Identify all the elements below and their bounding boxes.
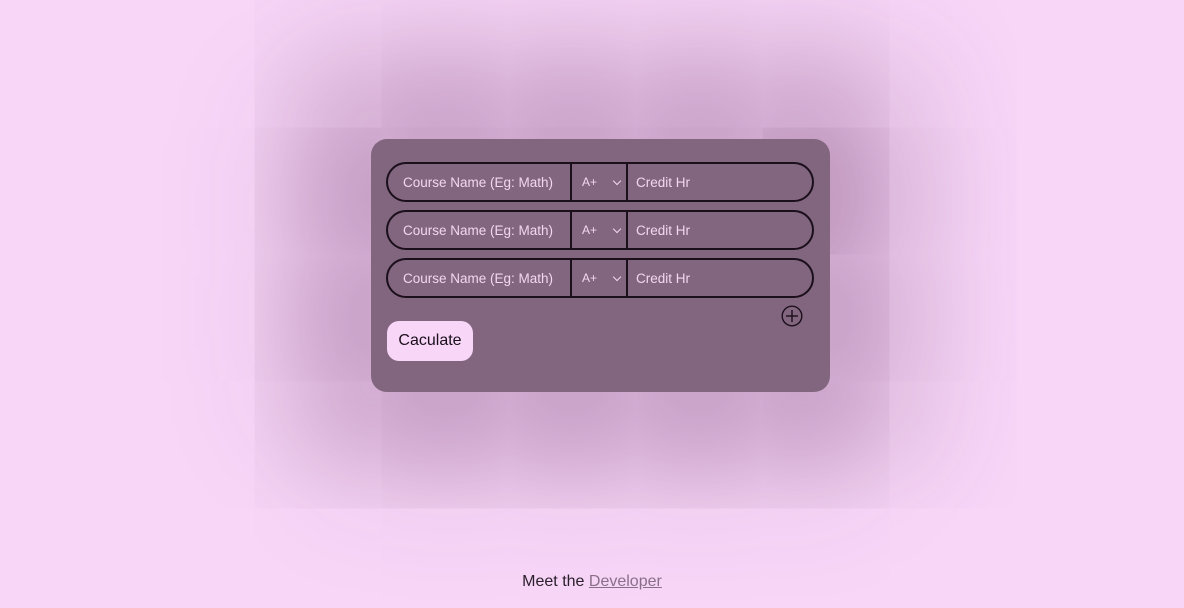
gpa-calculator-card: Course Name (Eg: Math) A+ Credit Hr Cour… xyxy=(371,139,830,392)
course-row: Course Name (Eg: Math) A+ Credit Hr xyxy=(386,210,814,250)
plus-circle-icon xyxy=(781,305,803,327)
course-name-input[interactable]: Course Name (Eg: Math) xyxy=(388,164,572,200)
grade-select[interactable]: A+ xyxy=(572,260,628,296)
credit-hour-input[interactable]: Credit Hr xyxy=(628,260,812,296)
credit-hour-input[interactable]: Credit Hr xyxy=(628,164,812,200)
grade-value: A+ xyxy=(582,175,598,189)
grade-select[interactable]: A+ xyxy=(572,212,628,248)
course-name-input[interactable]: Course Name (Eg: Math) xyxy=(388,212,572,248)
grade-value: A+ xyxy=(582,271,598,285)
calculate-button[interactable]: Caculate xyxy=(387,321,473,361)
footer: Meet the Developer xyxy=(0,573,1184,591)
course-row: Course Name (Eg: Math) A+ Credit Hr xyxy=(386,162,814,202)
credit-hour-input[interactable]: Credit Hr xyxy=(628,212,812,248)
developer-link[interactable]: Developer xyxy=(589,573,662,590)
footer-prefix: Meet the xyxy=(522,573,585,590)
add-course-button[interactable] xyxy=(781,305,803,327)
grade-value: A+ xyxy=(582,223,598,237)
course-row: Course Name (Eg: Math) A+ Credit Hr xyxy=(386,258,814,298)
chevron-down-icon xyxy=(612,272,622,281)
course-name-input[interactable]: Course Name (Eg: Math) xyxy=(388,260,572,296)
chevron-down-icon xyxy=(612,224,622,233)
chevron-down-icon xyxy=(612,176,622,185)
grade-select[interactable]: A+ xyxy=(572,164,628,200)
